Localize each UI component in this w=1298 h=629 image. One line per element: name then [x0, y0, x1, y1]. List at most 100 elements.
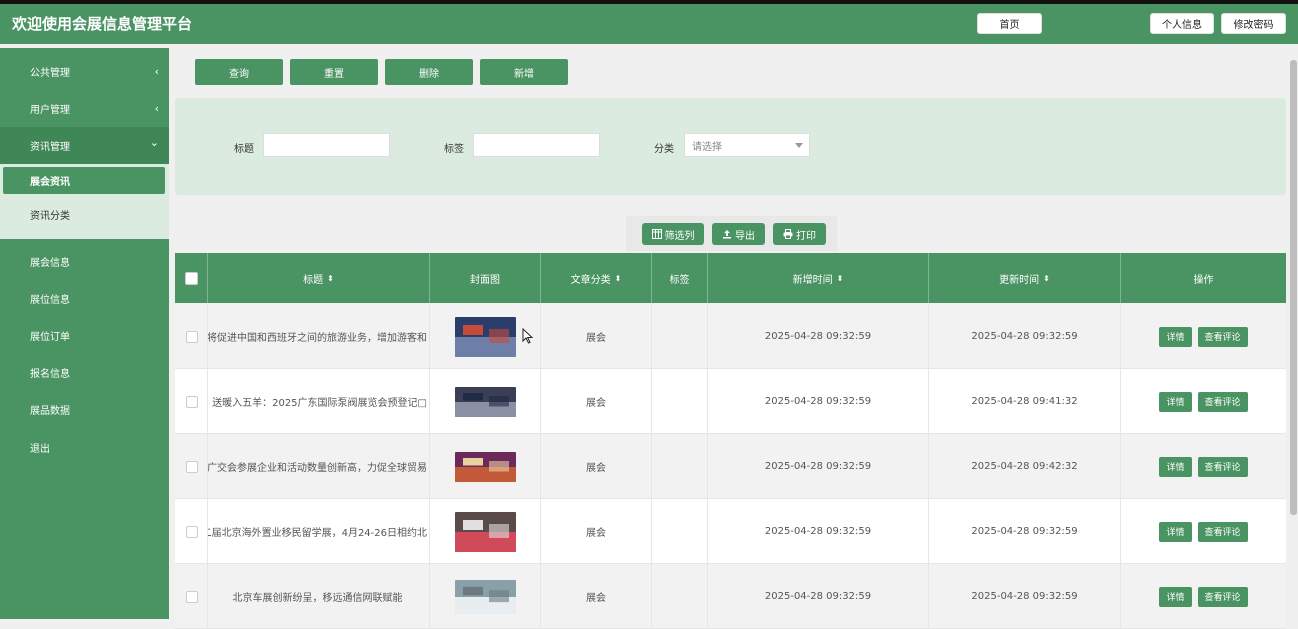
row-created: 2025-04-28 09:32:59: [708, 304, 929, 369]
sidebar-item-booth-orders[interactable]: 展位订单: [0, 317, 169, 354]
sidebar-item-public[interactable]: 公共管理 ‹: [0, 53, 169, 90]
sidebar-item-registrations[interactable]: 报名信息: [0, 354, 169, 391]
detail-button[interactable]: 详情: [1159, 391, 1192, 412]
header-cover: 封面图: [430, 253, 541, 303]
table-row[interactable]: 之约，送暖入五羊：2025广东国际泵阀展览会预登记□ 展会 2025-04-28 0…: [175, 369, 1286, 434]
row-created: 2025-04-28 09:32:59: [708, 369, 929, 434]
export-icon: [723, 230, 731, 239]
category-select-value: 请选择: [692, 141, 722, 153]
delete-button[interactable]: 删除: [385, 59, 473, 85]
row-cover: [430, 369, 541, 434]
row-ops: 详情 查看评论: [1121, 304, 1286, 369]
header-updated[interactable]: 更新时间 ⬍: [929, 253, 1121, 303]
sidebar-item-booths[interactable]: 展位信息: [0, 280, 169, 317]
header-ops: 操作: [1193, 274, 1214, 286]
table-row[interactable]: 025将促进中国和西班牙之间的旅游业务，增加游客和 展会 2025-04-28 09…: [175, 304, 1286, 369]
view-comments-button[interactable]: 查看评论: [1197, 456, 1248, 477]
query-button[interactable]: 查询: [195, 59, 283, 85]
row-created: 2025-04-28 09:32:59: [708, 564, 929, 629]
detail-button[interactable]: 详情: [1159, 326, 1192, 347]
sidebar-item-news-category[interactable]: 资讯分类: [3, 201, 165, 228]
sidebar-item-label: 资讯管理: [30, 142, 70, 153]
print-label: 打印: [796, 230, 816, 242]
header-title[interactable]: 标题 ⬍: [208, 253, 430, 303]
view-comments-button[interactable]: 查看评论: [1197, 326, 1248, 347]
table-header: 标题 ⬍ 封面图 文章分类 ⬍ 标签 新增时间 ⬍ 更新时间 ⬍ 操作: [175, 253, 1286, 303]
sidebar-item-users[interactable]: 用户管理 ‹: [0, 90, 169, 127]
cover-image[interactable]: [454, 316, 516, 357]
sidebar-item-logout[interactable]: 退出: [0, 429, 169, 466]
sidebar-item-exhibitions[interactable]: 展会信息: [0, 243, 169, 280]
row-checkbox[interactable]: [186, 591, 198, 603]
cover-image[interactable]: [454, 579, 516, 614]
row-select-cell: [175, 499, 208, 564]
table-row[interactable]: 6届广交会参展企业和活动数量创新高，力促全球贸易 展会 2025-04-28 09:…: [175, 434, 1286, 499]
row-tag: [652, 499, 708, 564]
header-category[interactable]: 文章分类 ⬍: [541, 253, 652, 303]
caret-down-icon: [795, 143, 803, 148]
title-input[interactable]: [263, 133, 390, 157]
chevron-down-icon: ⌄: [149, 136, 159, 149]
row-cover: [430, 564, 541, 629]
cover-image[interactable]: [454, 451, 516, 482]
row-checkbox[interactable]: [186, 526, 198, 538]
row-title: 十二届北京海外置业移民留学展，4月24-26日相约北: [208, 499, 430, 564]
table-row[interactable]: 十二届北京海外置业移民留学展，4月24-26日相约北 展会 2025-04-28 0…: [175, 499, 1286, 564]
filter-columns-button[interactable]: 筛选列: [642, 223, 704, 245]
mouse-cursor-icon: [522, 328, 534, 344]
tag-input[interactable]: [473, 133, 600, 157]
view-comments-button[interactable]: 查看评论: [1197, 521, 1248, 542]
profile-button[interactable]: 个人信息: [1150, 13, 1214, 34]
sidebar: 公共管理 ‹ 用户管理 ‹ 资讯管理 ⌄ 展会资讯 资讯分类 展会信息 展位信息…: [0, 48, 169, 619]
detail-button[interactable]: 详情: [1159, 586, 1192, 607]
row-updated: 2025-04-28 09:42:32: [929, 434, 1121, 499]
row-checkbox[interactable]: [186, 461, 198, 473]
row-updated: 2025-04-28 09:32:59: [929, 564, 1121, 629]
view-comments-button[interactable]: 查看评论: [1197, 391, 1248, 412]
sidebar-item-exhibit-data[interactable]: 展品数据: [0, 391, 169, 428]
row-created: 2025-04-28 09:32:59: [708, 499, 929, 564]
sort-icon: ⬍: [614, 273, 622, 283]
row-tag: [652, 369, 708, 434]
home-button[interactable]: 首页: [977, 13, 1042, 34]
header-tag: 标签: [652, 253, 708, 303]
row-updated: 2025-04-28 09:32:59: [929, 499, 1121, 564]
select-all-checkbox[interactable]: [185, 272, 198, 285]
row-ops: 详情 查看评论: [1121, 499, 1286, 564]
row-title: 025将促进中国和西班牙之间的旅游业务，增加游客和: [208, 304, 430, 369]
category-label: 分类: [654, 144, 674, 155]
cover-image[interactable]: [454, 511, 516, 552]
sidebar-item-news[interactable]: 资讯管理 ⌄: [0, 127, 169, 164]
category-select[interactable]: 请选择: [684, 133, 810, 157]
row-title: 北京车展创新纷呈，移远通信网联赋能: [208, 564, 430, 629]
scrollbar-thumb[interactable]: [1290, 60, 1297, 515]
printer-icon: [783, 229, 793, 239]
row-checkbox[interactable]: [186, 396, 198, 408]
add-button[interactable]: 新增: [480, 59, 568, 85]
columns-icon: [651, 229, 662, 239]
export-button[interactable]: 导出: [712, 223, 765, 245]
detail-button[interactable]: 详情: [1159, 456, 1192, 477]
row-category: 展会: [541, 499, 652, 564]
header-created[interactable]: 新增时间 ⬍: [708, 253, 929, 303]
news-submenu: 展会资讯 资讯分类: [0, 164, 169, 239]
tag-label: 标签: [444, 144, 464, 155]
print-button[interactable]: 打印: [773, 223, 826, 245]
change-password-button[interactable]: 修改密码: [1221, 13, 1286, 34]
row-select-cell: [175, 369, 208, 434]
view-comments-button[interactable]: 查看评论: [1197, 586, 1248, 607]
row-title: 6届广交会参展企业和活动数量创新高，力促全球贸易: [208, 434, 430, 499]
row-select-cell: [175, 434, 208, 499]
row-cover: [430, 434, 541, 499]
row-checkbox[interactable]: [186, 331, 198, 343]
row-select-cell: [175, 304, 208, 369]
detail-button[interactable]: 详情: [1159, 521, 1192, 542]
table-row[interactable]: 北京车展创新纷呈，移远通信网联赋能 展会 2025-04-28 09:32:59 20…: [175, 564, 1286, 629]
app-title: 欢迎使用会展信息管理平台: [12, 15, 193, 33]
top-bar: 欢迎使用会展信息管理平台 首页 个人信息 修改密码: [0, 0, 1298, 44]
cover-image[interactable]: [454, 386, 516, 417]
reset-button[interactable]: 重置: [290, 59, 378, 85]
sidebar-item-exhibition-news[interactable]: 展会资讯: [3, 167, 165, 194]
row-category: 展会: [541, 369, 652, 434]
sort-icon: ⬍: [327, 273, 334, 283]
